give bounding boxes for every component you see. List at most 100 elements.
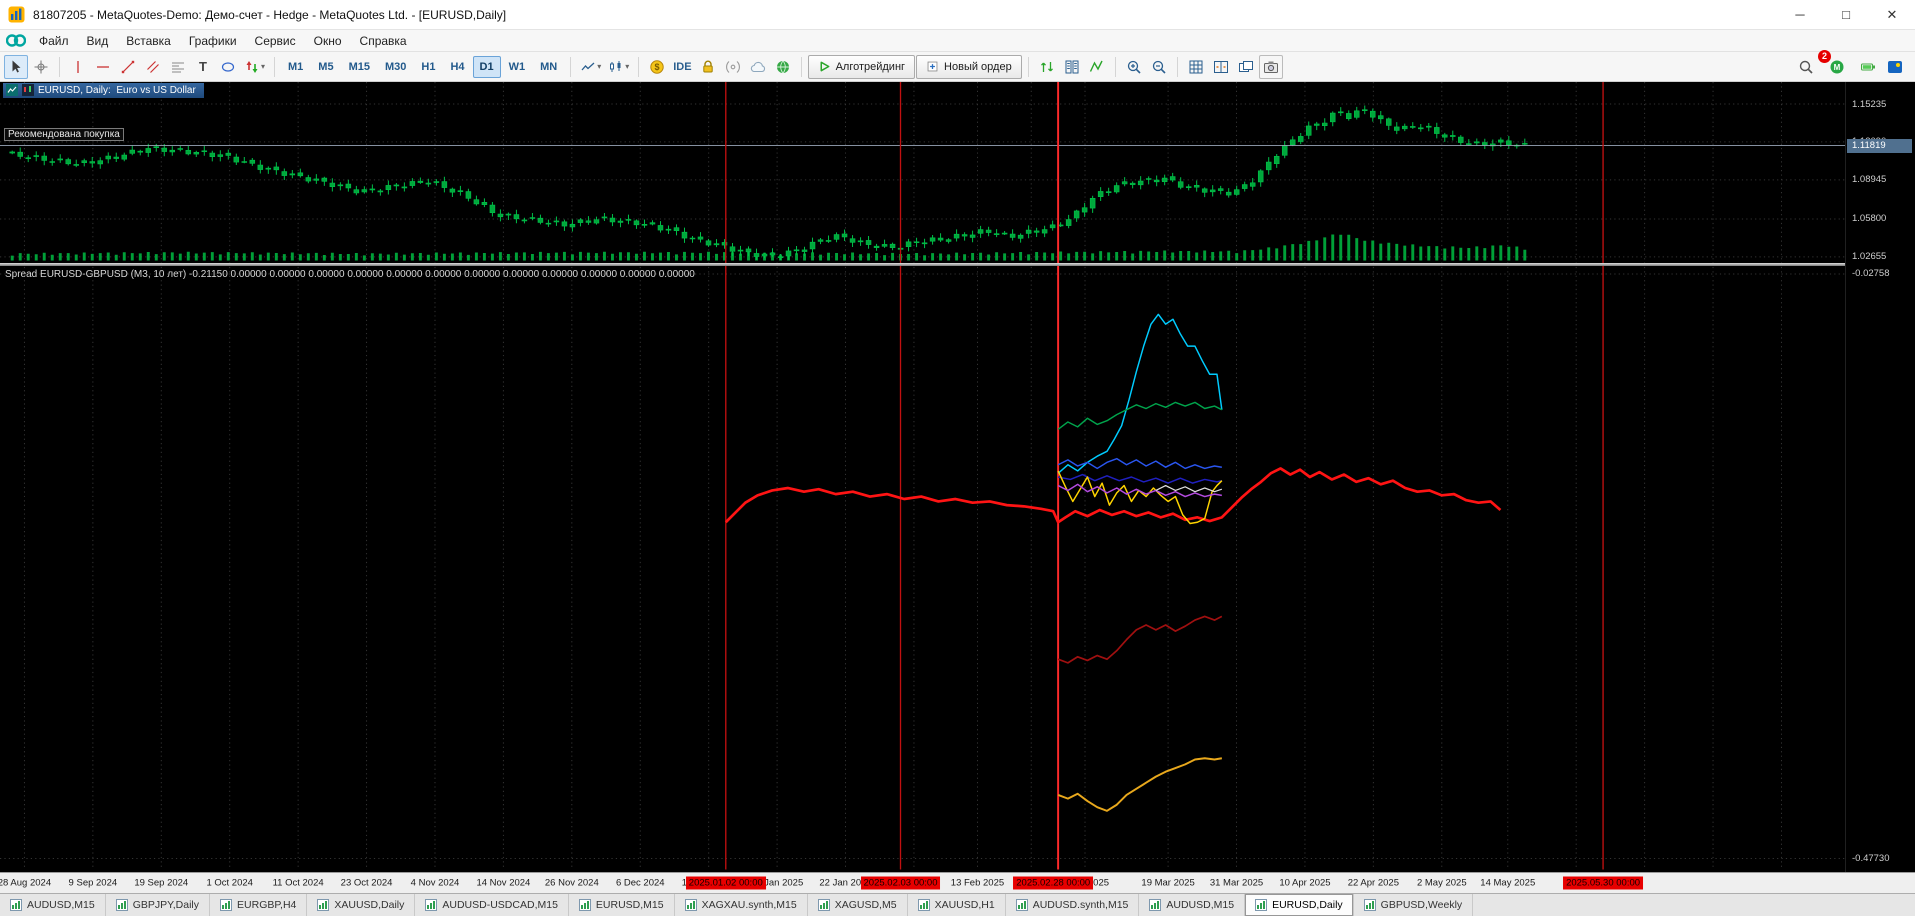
menu-item[interactable]: Сервис (246, 32, 305, 50)
tick-events-button[interactable] (721, 55, 745, 79)
notifications-button[interactable]: 2 M (1818, 49, 1849, 79)
chart-tab[interactable]: AUDUSD,M15 (0, 894, 106, 916)
price-scale-label: 1.15235 (1852, 98, 1887, 110)
menu-item[interactable]: Графики (180, 32, 246, 50)
channel-icon (147, 60, 159, 73)
arrows-tool-button[interactable]: ▾ (241, 55, 268, 79)
battery-status-button[interactable] (1856, 55, 1880, 79)
new-order-button[interactable]: Новый ордер (916, 54, 1022, 79)
new-order-label: Новый ордер (944, 60, 1012, 73)
zigzag-indicator-button[interactable] (1085, 55, 1109, 79)
indicator-header: Spread EURUSD-GBPUSD (M3, 10 лет) -0.211… (5, 269, 695, 280)
depth-of-market-button[interactable] (1060, 55, 1084, 79)
maximize-button[interactable]: □ (1823, 0, 1869, 29)
chart-tab-icon (1363, 899, 1376, 911)
horizontal-line-icon (97, 65, 109, 68)
notification-badge: 2 (1818, 49, 1831, 63)
zoom-in-button[interactable] (1122, 55, 1146, 79)
chart-tab[interactable]: AUDUSD,M15 (1139, 894, 1246, 916)
cloud-button[interactable] (746, 55, 770, 79)
time-axis-label: 28 Aug 2024 (0, 877, 52, 889)
zoom-out-button[interactable] (1147, 55, 1171, 79)
trade-levels-button[interactable] (1035, 55, 1059, 79)
chart-tab[interactable]: GBPJPY,Daily (106, 894, 211, 916)
fibonacci-icon (172, 62, 184, 72)
menu-item[interactable]: Окно (305, 32, 351, 50)
time-axis-label: 31 Mar 2025 (1209, 877, 1264, 889)
cursor-tool-button[interactable] (4, 54, 28, 79)
grid-button[interactable] (1184, 55, 1208, 79)
menu-item[interactable]: Файл (30, 32, 78, 50)
timeframe-button-h1[interactable]: H1 (414, 56, 442, 78)
timeframe-button-m15[interactable]: M15 (342, 56, 377, 78)
cascade-windows-button[interactable] (1234, 55, 1258, 79)
toolbar-separator (638, 56, 640, 77)
algotrading-button[interactable]: Алготрейдинг (807, 54, 916, 79)
panel-divider[interactable] (0, 263, 1915, 266)
toolbar-separator (800, 56, 802, 77)
chart-window-caption[interactable]: EURUSD, Daily: Euro vs US Dollar (3, 83, 204, 98)
titlebar[interactable]: 81807205 - MetaQuotes-Demo: Демо-счет - … (0, 0, 1915, 30)
timeframe-button-w1[interactable]: W1 (502, 56, 533, 78)
fibonacci-tool-button[interactable] (166, 55, 190, 79)
chart-area[interactable]: EURUSD, Daily: Euro vs US Dollar Рекомен… (0, 82, 1915, 872)
chart-tab[interactable]: AUDUSD-USDCAD,M15 (415, 894, 569, 916)
metatrader-window: 81807205 - MetaQuotes-Demo: Демо-счет - … (0, 0, 1915, 916)
horizontal-line-tool-button[interactable] (91, 55, 115, 79)
ide-button[interactable]: IDE (670, 55, 694, 79)
text-tool-button[interactable]: T (191, 55, 215, 79)
chart-tab[interactable]: XAUUSD,Daily (307, 894, 416, 916)
chart-tab-label: GBPUSD,Weekly (1380, 899, 1463, 911)
zoom-in-icon (1127, 60, 1141, 74)
search-button[interactable] (1794, 55, 1818, 79)
play-icon (820, 61, 829, 72)
chart-tab[interactable]: EURUSD,M15 (569, 894, 675, 916)
chart-tab[interactable]: EURUSD,Daily (1245, 894, 1354, 916)
grid-icon (1189, 60, 1203, 73)
toolbar-separator (274, 56, 276, 77)
timeframe-button-d1[interactable]: D1 (472, 55, 501, 78)
timeframe-button-h4[interactable]: H4 (443, 56, 471, 78)
symbols-button[interactable]: $ (645, 55, 669, 79)
menu-item[interactable]: Справка (351, 32, 416, 50)
chart-tab[interactable]: GBPUSD,Weekly (1354, 894, 1474, 916)
chart-tab[interactable]: AUDUSD.synth,M15 (1006, 894, 1140, 916)
timeframe-button-mn[interactable]: MN (533, 56, 564, 78)
web-community-button[interactable] (771, 55, 795, 79)
screenshot-button[interactable] (1258, 54, 1283, 79)
vertical-line-tool-button[interactable] (66, 55, 90, 79)
camera-icon (1263, 61, 1278, 73)
chart-line-type-button[interactable]: ▾ (577, 55, 604, 79)
chart-tab[interactable]: XAGUSD,M5 (808, 894, 908, 916)
chart-tab-icon (10, 899, 22, 911)
price-scale-label: -0.47730 (1852, 853, 1890, 865)
algotrading-label: Алготрейдинг (835, 60, 906, 73)
menu-item[interactable]: Вставка (117, 32, 180, 50)
close-button[interactable]: ✕ (1869, 0, 1915, 29)
new-order-icon (927, 61, 938, 72)
minimize-button[interactable]: ─ (1777, 0, 1823, 29)
menu-item[interactable]: Вид (78, 32, 118, 50)
timeframe-button-m1[interactable]: M1 (281, 56, 310, 78)
shapes-tool-button[interactable] (216, 55, 240, 79)
chart-tab-label: XAGXAU.synth,M15 (701, 899, 797, 911)
chart-tab[interactable]: XAGXAU.synth,M15 (675, 894, 808, 916)
lock-button[interactable] (696, 55, 720, 79)
trendline-tool-button[interactable] (116, 55, 140, 79)
chart-tab[interactable]: XAUUSD,H1 (908, 894, 1006, 916)
chart-candle-type-button[interactable]: ▾ (605, 55, 632, 79)
chart-tab[interactable]: EURGBP,H4 (210, 894, 308, 916)
time-axis-label: 6 Dec 2024 (615, 877, 665, 889)
ellipse-icon (221, 61, 235, 72)
crosshair-tool-button[interactable] (29, 55, 53, 79)
tile-windows-button[interactable] (1209, 55, 1233, 79)
chart-canvas[interactable] (0, 82, 1845, 872)
price-scale-label: 1.02655 (1852, 251, 1887, 263)
timeframe-button-m5[interactable]: M5 (311, 56, 340, 78)
record-icon (725, 60, 740, 73)
time-axis[interactable]: 28 Aug 2024 9 Sep 2024 19 Sep 2024 1 Oct 20… (0, 872, 1915, 893)
bid-price-badge: 1.11819 (1847, 138, 1912, 153)
price-scale[interactable]: 1.152351.120901.089451.058001.02655-0.02… (1845, 82, 1915, 872)
channel-tool-button[interactable] (141, 55, 165, 79)
timeframe-button-m30[interactable]: M30 (378, 56, 413, 78)
